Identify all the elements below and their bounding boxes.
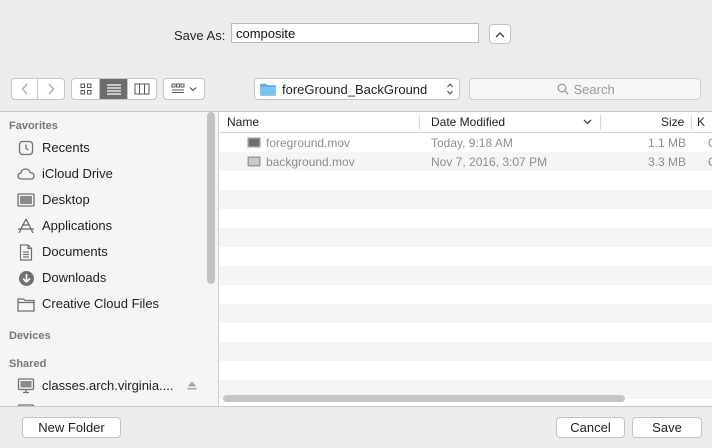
table-row[interactable]: foreground.mov Today, 9:18 AM 1.1 MB Q [219, 133, 712, 152]
sidebar-item-icloud-drive[interactable]: iCloud Drive [0, 161, 205, 187]
cloud-icon [17, 165, 35, 183]
save-as-label: Save As: [174, 28, 226, 43]
chevron-down-icon [189, 87, 197, 92]
list-view-icon [106, 84, 121, 95]
search-icon [557, 83, 568, 95]
cancel-button[interactable]: Cancel [556, 417, 625, 438]
shared-header: Shared [9, 358, 47, 370]
file-size: 1.1 MB [648, 136, 687, 150]
sidebar-item-shared-server[interactable]: classes.arch.virginia.... [0, 373, 205, 399]
icon-view-icon [80, 83, 91, 95]
empty-row [219, 285, 712, 304]
movie-file-icon [247, 156, 261, 167]
collapse-button[interactable] [489, 24, 511, 44]
save-as-field[interactable] [231, 23, 479, 43]
folder-icon [17, 295, 35, 313]
movie-file-icon [247, 137, 261, 148]
empty-row [219, 171, 712, 190]
view-mode-switcher [71, 78, 157, 100]
location-folder-name: foreGround_BackGround [282, 81, 428, 97]
arrange-button[interactable] [163, 78, 205, 100]
search-field[interactable] [469, 78, 701, 100]
empty-row [219, 304, 712, 323]
empty-row [219, 266, 712, 285]
empty-row [219, 342, 712, 361]
column-date-modified[interactable]: Date Modified [431, 115, 505, 129]
document-icon [17, 243, 35, 261]
column-separator[interactable] [691, 115, 692, 130]
sidebar-item-label: iCloud Drive [42, 166, 113, 181]
server-icon [17, 377, 35, 395]
column-separator[interactable] [600, 115, 601, 130]
folder-icon [260, 83, 276, 96]
empty-row [219, 361, 712, 380]
column-separator[interactable] [419, 115, 420, 130]
column-view-icon [134, 83, 150, 95]
forward-button[interactable] [38, 79, 64, 99]
arrange-icon [171, 83, 185, 93]
search-input[interactable] [573, 81, 614, 97]
applications-icon [17, 217, 35, 235]
clock-icon [17, 139, 35, 157]
file-name: background.mov [266, 155, 355, 169]
navigation-buttons [11, 78, 65, 100]
list-view-button[interactable] [100, 79, 128, 99]
file-size: 3.3 MB [648, 155, 687, 169]
empty-row [219, 247, 712, 266]
column-size[interactable]: Size [661, 115, 684, 129]
sidebar-item-label: Recents [42, 140, 90, 155]
sidebar-item-label: Applications [42, 218, 113, 233]
sidebar-item-applications[interactable]: Applications [0, 213, 205, 239]
file-list-horizontal-scrollbar[interactable] [223, 395, 625, 402]
chevron-down-icon[interactable] [583, 119, 592, 125]
file-name: foreground.mov [266, 136, 351, 150]
column-view-button[interactable] [128, 79, 156, 99]
sidebar-item-documents[interactable]: Documents [0, 239, 205, 265]
sidebar-item-label: Downloads [42, 270, 107, 285]
new-folder-button[interactable]: New Folder [22, 417, 121, 438]
empty-row [219, 228, 712, 247]
chevron-right-icon [48, 83, 55, 95]
sidebar-item-label: Desktop [42, 192, 90, 207]
sidebar-item-label: Creative Cloud Files [42, 296, 160, 311]
sidebar: Favorites Recents iCloud Drive Desktop A… [0, 112, 218, 406]
bottom-divider [0, 406, 712, 407]
sidebar-item-partial[interactable] [0, 399, 205, 406]
file-date: Today, 9:18 AM [431, 136, 513, 150]
save-button[interactable]: Save [632, 417, 702, 438]
column-header: Name Date Modified Size K [219, 112, 712, 133]
back-button[interactable] [12, 79, 38, 99]
eject-icon[interactable] [187, 381, 197, 390]
file-date: Nov 7, 2016, 3:07 PM [431, 155, 548, 169]
sidebar-item-creative-cloud-files[interactable]: Creative Cloud Files [0, 291, 205, 317]
chevron-left-icon [21, 83, 28, 95]
file-list: Name Date Modified Size K foreground.mov… [219, 112, 712, 406]
empty-row [219, 209, 712, 228]
sidebar-item-recents[interactable]: Recents [0, 135, 205, 161]
sidebar-scrollbar[interactable] [207, 112, 215, 284]
empty-row [219, 323, 712, 342]
updown-arrows-icon [447, 83, 453, 95]
icon-view-button[interactable] [72, 79, 100, 99]
column-name[interactable]: Name [227, 115, 259, 129]
file-kind: Q [708, 136, 712, 150]
column-kind[interactable]: K [697, 115, 705, 129]
sidebar-item-desktop[interactable]: Desktop [0, 187, 205, 213]
chevron-up-icon [495, 31, 505, 37]
download-icon [17, 269, 35, 287]
devices-header: Devices [9, 330, 51, 342]
desktop-icon [17, 191, 35, 209]
favorites-header: Favorites [9, 120, 58, 132]
file-kind: Q [708, 155, 712, 169]
location-popup[interactable]: foreGround_BackGround [254, 78, 460, 100]
empty-row [219, 190, 712, 209]
sidebar-item-downloads[interactable]: Downloads [0, 265, 205, 291]
table-row[interactable]: background.mov Nov 7, 2016, 3:07 PM 3.3 … [219, 152, 712, 171]
sidebar-item-label: classes.arch.virginia.... [42, 378, 174, 393]
sidebar-item-label: Documents [42, 244, 108, 259]
